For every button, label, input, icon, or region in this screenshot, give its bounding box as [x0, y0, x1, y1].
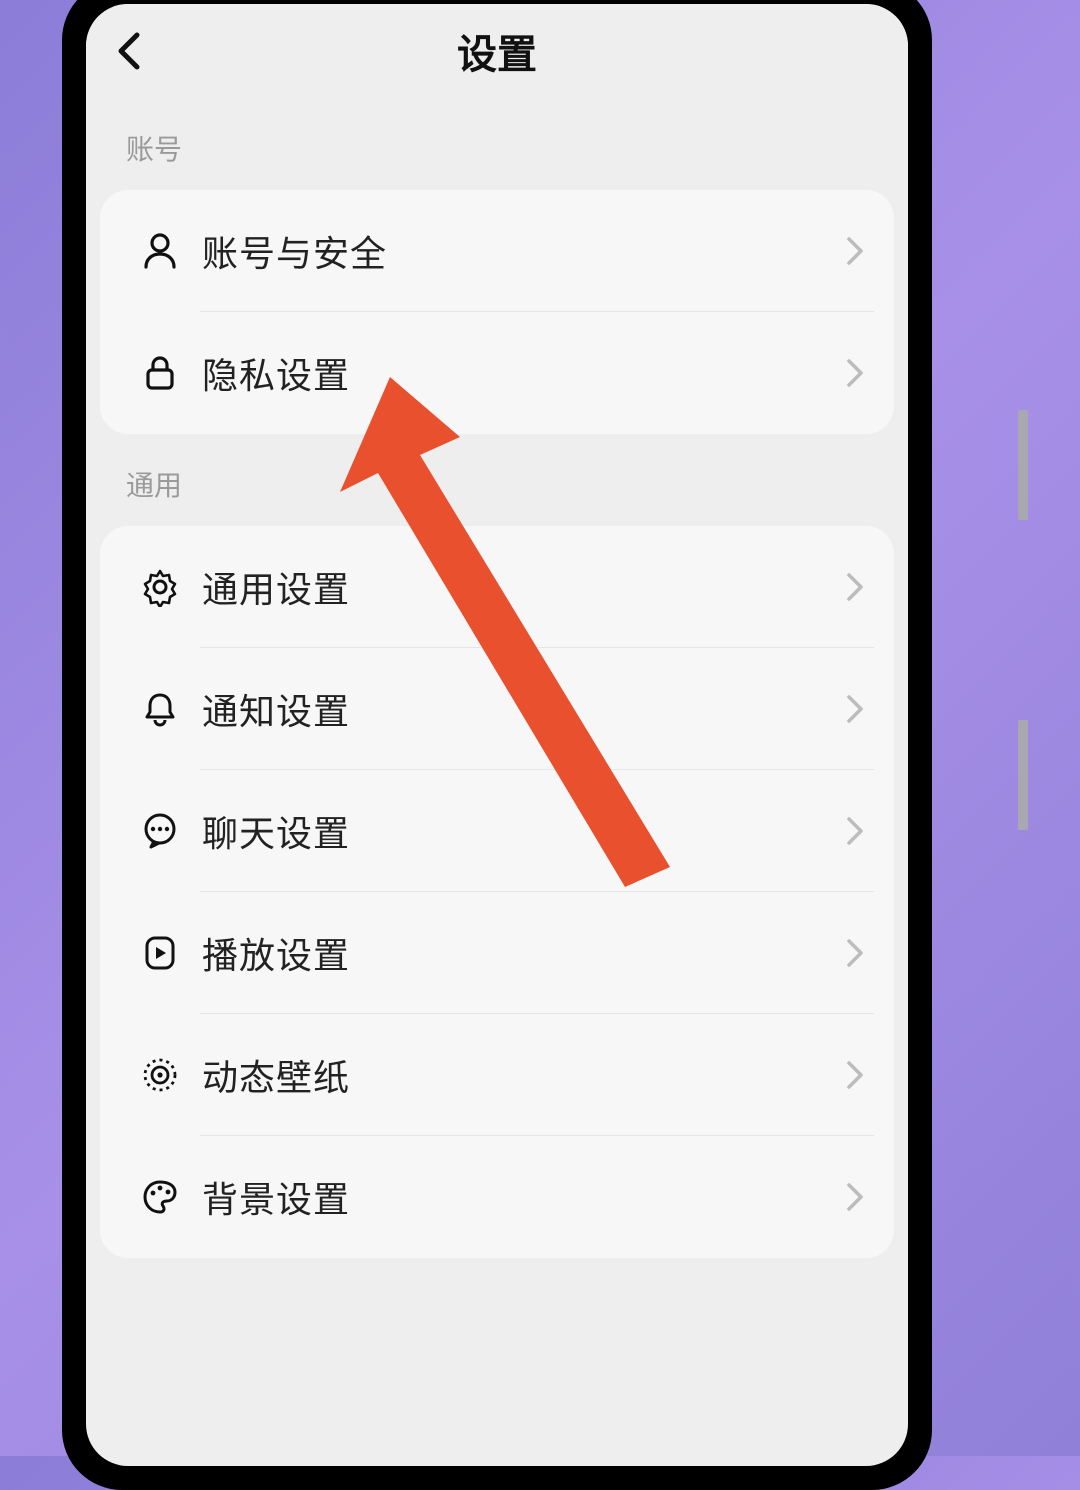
chevron-right-icon	[846, 236, 864, 266]
row-chat-settings[interactable]: 聊天设置	[100, 770, 894, 892]
row-label: 聊天设置	[190, 805, 846, 857]
chevron-right-icon	[846, 694, 864, 724]
chevron-right-icon	[846, 1060, 864, 1090]
row-label: 通知设置	[190, 683, 846, 735]
bell-icon	[130, 689, 190, 729]
play-icon	[130, 933, 190, 973]
row-play-settings[interactable]: 播放设置	[100, 892, 894, 1014]
phone-side-button	[1018, 720, 1028, 830]
section-label-account: 账号	[86, 98, 908, 190]
row-account-security[interactable]: 账号与安全	[100, 190, 894, 312]
settings-screen: 设置 账号 账号与安全	[86, 4, 908, 1466]
row-live-wallpaper[interactable]: 动态壁纸	[100, 1014, 894, 1136]
chevron-right-icon	[846, 358, 864, 388]
row-label: 背景设置	[190, 1171, 846, 1223]
chevron-right-icon	[846, 572, 864, 602]
row-label: 账号与安全	[190, 225, 846, 277]
chevron-left-icon	[115, 31, 143, 71]
wallpaper-icon	[130, 1055, 190, 1095]
palette-icon	[130, 1177, 190, 1217]
row-notification-settings[interactable]: 通知设置	[100, 648, 894, 770]
page-title: 设置	[86, 22, 908, 80]
row-label: 隐私设置	[190, 347, 846, 399]
chevron-right-icon	[846, 938, 864, 968]
chat-icon	[130, 811, 190, 851]
row-background-settings[interactable]: 背景设置	[100, 1136, 894, 1258]
back-button[interactable]	[104, 26, 154, 76]
lock-icon	[130, 353, 190, 393]
phone-frame: 设置 账号 账号与安全	[62, 0, 932, 1490]
account-card: 账号与安全 隐私设置	[100, 190, 894, 434]
general-card: 通用设置 通知设置	[100, 526, 894, 1258]
row-general-settings[interactable]: 通用设置	[100, 526, 894, 648]
person-icon	[130, 231, 190, 271]
row-label: 动态壁纸	[190, 1049, 846, 1101]
chevron-right-icon	[846, 816, 864, 846]
section-label-general: 通用	[86, 434, 908, 526]
chevron-right-icon	[846, 1182, 864, 1212]
gear-icon	[130, 567, 190, 607]
row-label: 播放设置	[190, 927, 846, 979]
header: 设置	[86, 4, 908, 98]
phone-side-button	[1018, 410, 1028, 520]
row-label: 通用设置	[190, 561, 846, 613]
row-privacy-settings[interactable]: 隐私设置	[100, 312, 894, 434]
